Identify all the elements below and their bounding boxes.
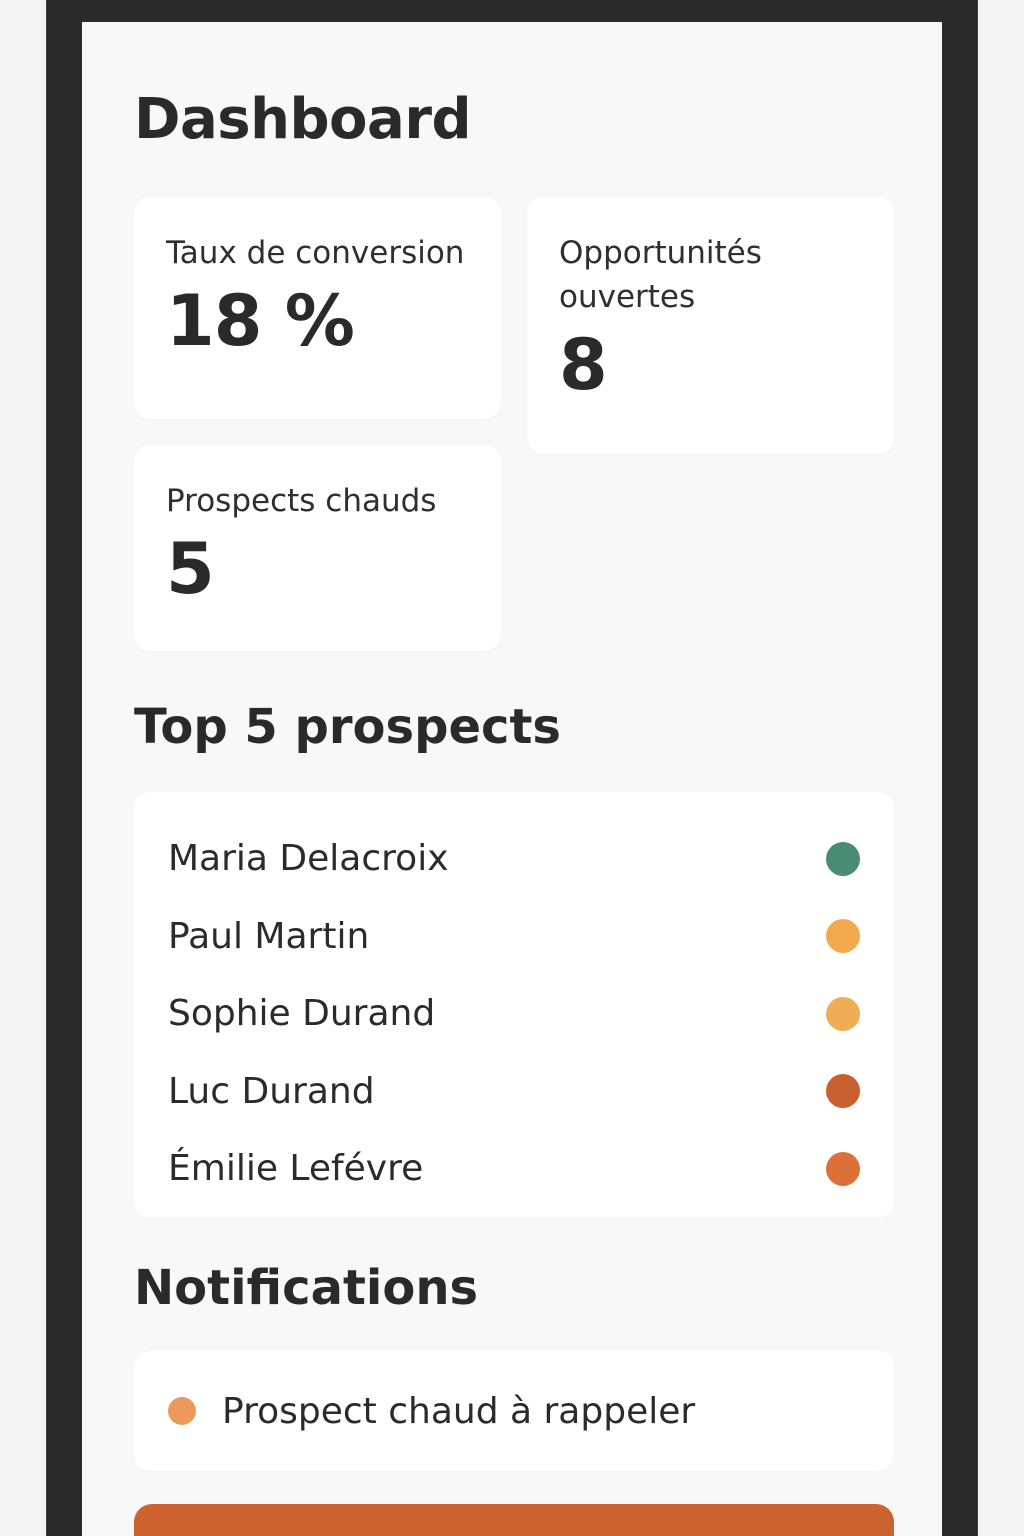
kpi-value: 8 <box>559 324 608 406</box>
prospect-row[interactable]: Sophie Durand <box>168 975 860 1053</box>
kpi-card-hot-prospects[interactable]: Prospects chauds 5 <box>134 445 501 651</box>
kpi-value: 5 <box>166 528 215 610</box>
prospect-row[interactable]: Maria Delacroix <box>168 820 860 898</box>
status-dot-icon <box>826 1074 860 1109</box>
notification-text: Prospect chaud à rappeler <box>222 1390 696 1432</box>
top-prospects-title: Top 5 prospects <box>134 699 561 755</box>
kpi-value: 18 % <box>166 280 355 362</box>
prospect-name: Sophie Durand <box>168 993 436 1035</box>
status-dot-icon <box>826 996 860 1031</box>
notification-dot-icon <box>168 1397 196 1425</box>
app-screen: Dashboard Taux de conversion 18 % Opport… <box>82 22 942 1536</box>
prospect-row[interactable]: Émilie Lefévre <box>168 1130 860 1208</box>
kpi-card-open-opportunities[interactable]: Opportunités ouvertes 8 <box>527 197 894 454</box>
prospect-name: Maria Delacroix <box>168 838 449 880</box>
kpi-label: Taux de conversion <box>166 235 465 271</box>
top-prospects-list: Maria Delacroix Paul Martin Sophie Duran… <box>134 792 894 1218</box>
prospect-row[interactable]: Luc Durand <box>168 1053 860 1131</box>
kpi-label: Prospects chauds <box>166 483 437 519</box>
prospect-row[interactable]: Paul Martin <box>168 898 860 976</box>
status-dot-icon <box>826 919 860 954</box>
prospect-name: Luc Durand <box>168 1070 375 1112</box>
status-dot-icon <box>826 1151 860 1186</box>
notification-item[interactable]: Prospect chaud à rappeler <box>134 1351 894 1471</box>
page-title: Dashboard <box>134 87 472 152</box>
prospect-name: Paul Martin <box>168 915 370 957</box>
prospect-name: Émilie Lefévre <box>168 1148 424 1190</box>
kpi-card-conversion-rate[interactable]: Taux de conversion 18 % <box>134 197 501 419</box>
primary-action-button[interactable] <box>134 1504 894 1536</box>
kpi-label: Opportunités ouvertes <box>559 235 762 315</box>
status-dot-icon <box>826 841 860 876</box>
notifications-title: Notifications <box>134 1260 479 1316</box>
